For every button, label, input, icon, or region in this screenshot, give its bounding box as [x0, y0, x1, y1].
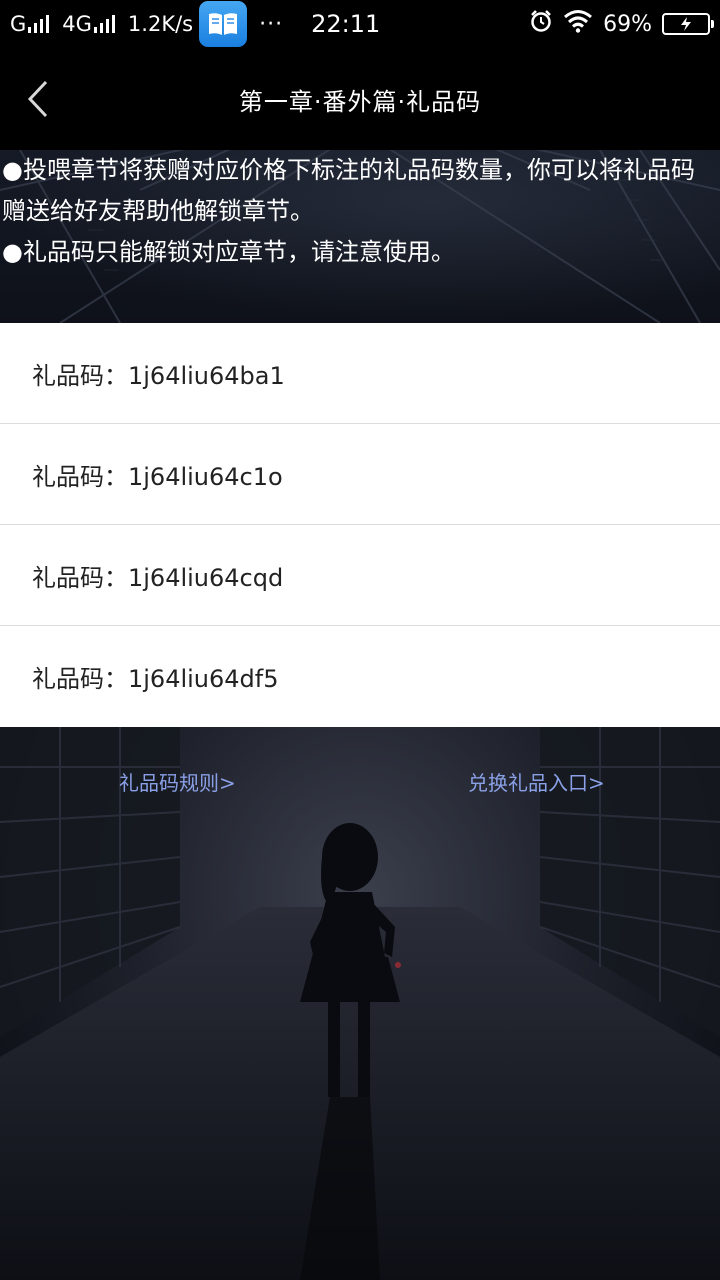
- book-icon: [199, 1, 248, 47]
- wifi-icon: [563, 9, 593, 39]
- battery-percentage: 69%: [603, 11, 652, 37]
- gift-code-row[interactable]: 礼品码：1j64liu64df5: [0, 626, 720, 727]
- notice-line-2: ●礼品码只能解锁对应章节，请注意使用。: [2, 238, 455, 266]
- signal-icon: [28, 15, 52, 33]
- gift-code-row[interactable]: 礼品码：1j64liu64c1o: [0, 424, 720, 525]
- notice-line-1: ●投喂章节将获赠对应价格下标注的礼品码数量，你可以将礼品码赠送给好友帮助他解锁章…: [2, 156, 695, 225]
- signal-icon-2: [93, 15, 118, 33]
- more-notifications: ···: [259, 11, 284, 37]
- notice-section: ●投喂章节将获赠对应价格下标注的礼品码数量，你可以将礼品码赠送给好友帮助他解锁章…: [0, 150, 720, 323]
- gift-code-page: G 4G 1.2K/s ··· 22:11 69% 第一章·番外篇·礼品码 ●投…: [0, 0, 720, 1280]
- status-bar: G 4G 1.2K/s ··· 22:11 69%: [0, 0, 720, 48]
- clock: 22:11: [311, 10, 381, 38]
- gift-code-rules-link[interactable]: 礼品码规则>: [119, 767, 236, 796]
- network-type-1: G: [10, 12, 27, 36]
- network-type-2: 4G: [62, 12, 92, 36]
- alarm-icon: [529, 9, 553, 39]
- gift-code-list: 礼品码：1j64liu64ba1 礼品码：1j64liu64c1o 礼品码：1j…: [0, 323, 720, 727]
- nav-bar: 第一章·番外篇·礼品码: [0, 48, 720, 150]
- gift-code-row[interactable]: 礼品码：1j64liu64cqd: [0, 525, 720, 626]
- back-button[interactable]: [16, 74, 60, 124]
- redeem-gift-link[interactable]: 兑换礼品入口>: [468, 767, 605, 796]
- gift-code-row[interactable]: 礼品码：1j64liu64ba1: [0, 323, 720, 424]
- network-speed: 1.2K/s: [127, 12, 194, 36]
- library-illustration: [0, 727, 720, 1280]
- page-title: 第一章·番外篇·礼品码: [238, 87, 482, 116]
- chevron-left-icon: [27, 80, 48, 118]
- library-scene: 礼品码规则> 兑换礼品入口>: [0, 727, 720, 1280]
- battery-icon: [662, 13, 714, 35]
